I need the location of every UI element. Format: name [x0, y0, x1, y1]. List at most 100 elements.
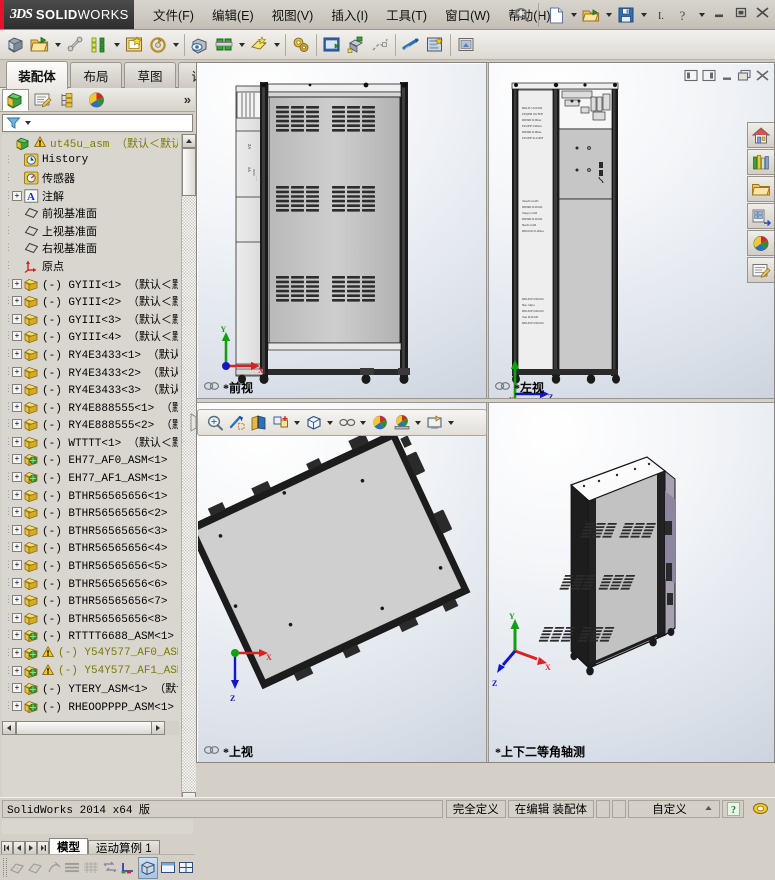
tree-row[interactable]: ⋮+(-) EH77_AF0_ASM<1> （默: [2, 451, 178, 469]
tree-row[interactable]: ⋮+(-) RTTTT6688_ASM<1> （默: [2, 627, 178, 645]
menu-edit[interactable]: 编辑(E): [203, 1, 263, 28]
tab-assembly[interactable]: 装配体: [6, 61, 68, 89]
tree-row[interactable]: ⋮+(-) EH77_AF1_ASM<1> （默: [2, 468, 178, 486]
tree-row[interactable]: ⋮+(-) BTHR56565656<1> （默: [2, 486, 178, 504]
tab-display-manager[interactable]: [83, 89, 110, 111]
zoom-to-fit-icon[interactable]: [204, 411, 225, 434]
view-settings-dropdown-icon[interactable]: [446, 411, 456, 434]
tab-property-manager[interactable]: [29, 89, 56, 111]
tree-row-root[interactable]: ut45u_asm （默认＜默认_显: [2, 134, 178, 152]
tree-row[interactable]: ⋮+(-) Y54Y577_AF0_ASM<: [2, 644, 178, 662]
tree-expand-toggle[interactable]: +: [12, 507, 22, 517]
restore-button[interactable]: [732, 4, 749, 20]
tree-row[interactable]: ⋮+(-) RY4E3433<2> （默认＜＜: [2, 363, 178, 381]
tree-row[interactable]: ⋮+(-) GYIII<4> （默认＜默: [2, 328, 178, 346]
perspective-icon[interactable]: [45, 857, 63, 878]
tab-nav-first[interactable]: [1, 841, 13, 855]
tree-expand-toggle[interactable]: +: [12, 490, 22, 500]
tree-row[interactable]: ⋮传感器: [2, 169, 178, 187]
status-custom-units[interactable]: 自定义: [628, 800, 720, 818]
open-document-icon[interactable]: [580, 3, 602, 27]
tree-expand-toggle[interactable]: +: [12, 296, 22, 306]
tree-row[interactable]: ⋮+(-) GYIII<1> （默认＜默: [2, 275, 178, 293]
tree-row[interactable]: ⋮+(-) GYIII<2> （默认＜默: [2, 292, 178, 310]
viewport-top[interactable]: X Z *上视: [198, 403, 486, 762]
print-icon[interactable]: I.: [650, 3, 672, 27]
appearances-scenes-icon[interactable]: [747, 230, 774, 256]
instant3d-icon[interactable]: [454, 32, 478, 58]
grid-icon[interactable]: [82, 857, 100, 878]
hide-show-dropdown-icon[interactable]: [358, 411, 368, 434]
feature-tree-filter[interactable]: [2, 114, 193, 132]
scroll-thumb[interactable]: [182, 148, 196, 196]
tree-row[interactable]: ⋮+(-) BTHR56565656<8> （默: [2, 609, 178, 627]
tree-expand-toggle[interactable]: +: [12, 331, 22, 341]
save-dropdown-icon[interactable]: [638, 3, 649, 27]
tree-expand-toggle[interactable]: +: [12, 595, 22, 605]
tree-expand-toggle[interactable]: +: [12, 648, 22, 658]
tree-row[interactable]: ⋮前视基准面: [2, 204, 178, 222]
tree-expand-toggle[interactable]: +: [12, 454, 22, 464]
minimize-document-button[interactable]: [719, 68, 734, 82]
scroll-up-button[interactable]: [182, 134, 196, 148]
units-dropdown-icon[interactable]: [704, 803, 713, 815]
open-document-dropdown-icon[interactable]: [603, 3, 614, 27]
scroll-right-button[interactable]: [151, 721, 165, 735]
tree-row[interactable]: ⋮+(-) WTTTT<1> （默认＜默: [2, 433, 178, 451]
linear-pattern-dropdown-icon[interactable]: [111, 32, 122, 58]
tree-expand-toggle[interactable]: +: [12, 666, 22, 676]
tree-row[interactable]: ⋮+(-) Y54Y577_AF1_ASM<: [2, 662, 178, 680]
tree-expand-toggle[interactable]: +: [12, 384, 22, 394]
align-icon[interactable]: [101, 857, 119, 878]
new-document-icon[interactable]: [545, 3, 567, 27]
tree-row[interactable]: ⋮+(-) BTHR56565656<2> （默: [2, 503, 178, 521]
linear-component-pattern-icon[interactable]: [87, 32, 111, 58]
tree-row[interactable]: ⋮+(-) BTHR56565656<4> （默: [2, 539, 178, 557]
viewport-left[interactable]: DDUC UUCCDFFQPR UUTFP DDWD DJDuuFFUPP CJ…: [489, 64, 774, 398]
single-view-icon[interactable]: [138, 857, 158, 879]
file-explorer-icon[interactable]: [747, 176, 774, 202]
tree-row[interactable]: ⋮+(-) BTHR56565656<5> （默: [2, 556, 178, 574]
exploded-view-icon[interactable]: [344, 32, 368, 58]
tree-expand-toggle[interactable]: +: [12, 472, 22, 482]
tree-expand-toggle[interactable]: +: [12, 349, 22, 359]
display-style-icon[interactable]: [303, 411, 324, 434]
tree-expand-toggle[interactable]: +: [12, 437, 22, 447]
edit-component-icon[interactable]: [4, 32, 28, 58]
filter-dropdown-icon[interactable]: [25, 121, 31, 125]
show-hidden-components-icon[interactable]: [188, 32, 212, 58]
new-document-dropdown-icon[interactable]: [568, 3, 579, 27]
tab-nav-last[interactable]: [37, 841, 49, 855]
notification-icon[interactable]: [747, 800, 773, 818]
zoom-to-area-icon[interactable]: [226, 411, 247, 434]
help-icon[interactable]: ?: [673, 3, 695, 27]
tree-expand-toggle[interactable]: +: [12, 525, 22, 535]
tree-expand-toggle[interactable]: +: [12, 191, 22, 201]
tree-expand-toggle[interactable]: +: [12, 613, 22, 623]
display-style-dropdown-icon[interactable]: [325, 411, 335, 434]
tree-row[interactable]: ⋮+(-) GYIII<3> （默认＜默: [2, 310, 178, 328]
design-library-icon[interactable]: [747, 149, 774, 175]
feature-tree-vertical-scrollbar[interactable]: [181, 134, 195, 806]
menu-view[interactable]: 视图(V): [263, 1, 323, 28]
tree-expand-toggle[interactable]: +: [12, 701, 22, 711]
tree-row[interactable]: ⋮+(-) BTHR56565656<6> （默: [2, 574, 178, 592]
new-motion-study-icon[interactable]: [289, 32, 313, 58]
close-button[interactable]: [754, 4, 771, 20]
insert-components-dropdown-icon[interactable]: [52, 32, 63, 58]
apply-scene-dropdown-icon[interactable]: [413, 411, 423, 434]
scroll-left-button[interactable]: [2, 721, 16, 735]
help-dropdown-icon[interactable]: [696, 3, 707, 27]
tree-row[interactable]: ⋮+(-) BTHR56565656<7> （默: [2, 591, 178, 609]
question-mark-icon[interactable]: ?: [722, 800, 744, 818]
pin-panel-left-icon[interactable]: [683, 68, 698, 82]
tree-row[interactable]: ⋮+(-) BTHR56565656<3> （默: [2, 521, 178, 539]
mate-icon[interactable]: [63, 32, 87, 58]
tree-row[interactable]: ⋮右视基准面: [2, 240, 178, 258]
tree-expand-toggle[interactable]: +: [12, 419, 22, 429]
heads-up-toolbar-grip[interactable]: [190, 413, 197, 432]
tree-expand-toggle[interactable]: +: [12, 367, 22, 377]
tree-expand-toggle[interactable]: +: [12, 560, 22, 570]
feature-manager-more-icon[interactable]: »: [184, 92, 191, 107]
feature-tree-horizontal-scrollbar[interactable]: [2, 721, 179, 735]
